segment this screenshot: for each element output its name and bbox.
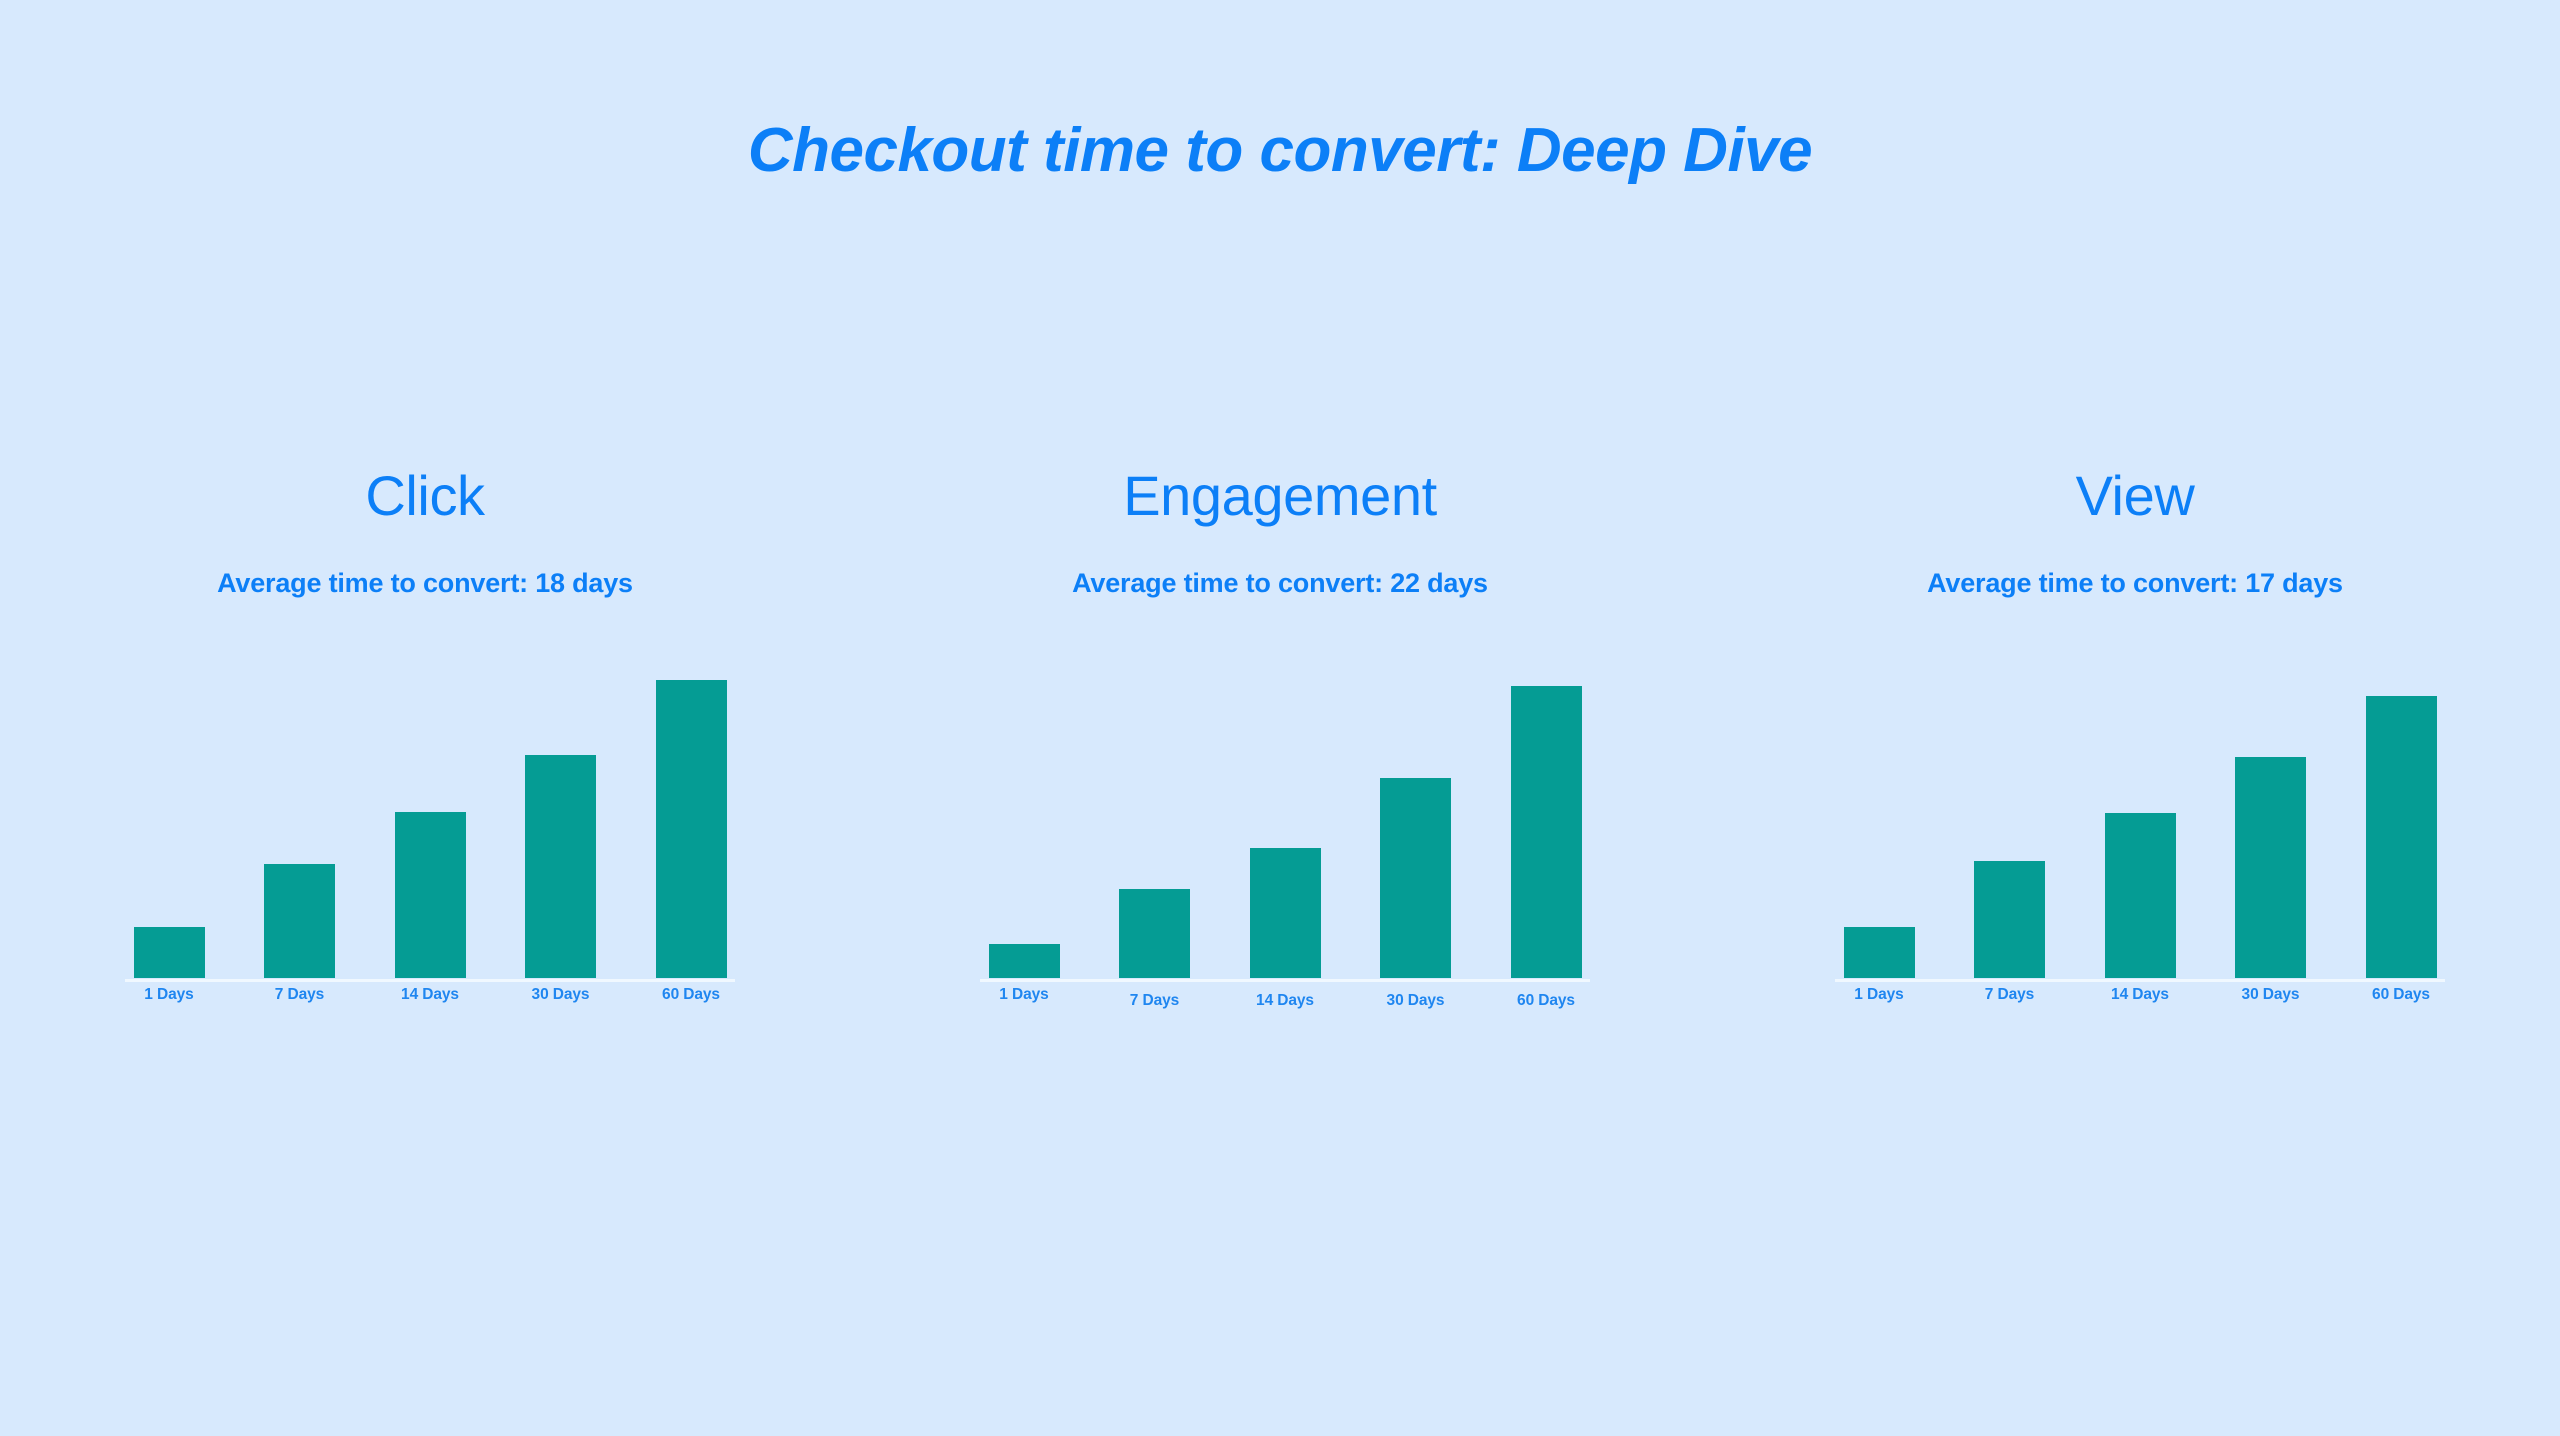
tick-label: 30 Days bbox=[531, 986, 590, 1003]
bar-slot bbox=[1116, 658, 1194, 978]
bar bbox=[264, 864, 335, 978]
bar-slot bbox=[1507, 658, 1585, 978]
bar-slot bbox=[1840, 658, 1918, 978]
bar-group bbox=[1840, 658, 2440, 978]
bar-slot bbox=[1246, 658, 1324, 978]
x-axis-line bbox=[1835, 979, 2445, 982]
bar-slot bbox=[1971, 658, 2049, 978]
tick-label: 60 Days bbox=[662, 986, 720, 1003]
bar-slot bbox=[2232, 658, 2310, 978]
bar-group bbox=[985, 658, 1585, 978]
tick-slot: 30 Days bbox=[522, 986, 600, 1030]
tick-slot: 1 Days bbox=[1840, 986, 1918, 1030]
tick-label: 7 Days bbox=[1129, 992, 1180, 1009]
bar bbox=[2365, 696, 2437, 978]
x-axis-tick-labels: 1 Days 7 Days 14 Days 30 Days 60 Days bbox=[130, 986, 730, 1030]
slide-canvas: Checkout time to convert: Deep Dive Clic… bbox=[0, 0, 2560, 1436]
bar bbox=[988, 944, 1060, 978]
chart-plot-area bbox=[130, 658, 730, 978]
tick-label: 60 Days bbox=[2372, 986, 2430, 1003]
tick-slot: 7 Days bbox=[1971, 986, 2049, 1030]
bar-slot bbox=[522, 658, 600, 978]
bar bbox=[1510, 686, 1582, 978]
tick-label: 14 Days bbox=[2111, 986, 2169, 1003]
panel-subtitle: Average time to convert: 17 days bbox=[1927, 568, 2343, 598]
panel-heading: View bbox=[2075, 464, 2195, 527]
tick-label: 1 Days bbox=[144, 986, 194, 1003]
tick-slot: 1 Days bbox=[130, 986, 208, 1030]
tick-label: 30 Days bbox=[1386, 992, 1445, 1009]
x-axis-line bbox=[980, 979, 1590, 982]
bar-slot bbox=[1377, 658, 1455, 978]
tick-label: 1 Days bbox=[1854, 986, 1904, 1003]
tick-slot: 60 Days bbox=[2362, 986, 2440, 1030]
bar-slot bbox=[2362, 658, 2440, 978]
tick-slot: 30 Days bbox=[1377, 986, 1455, 1030]
panel-subtitle: Average time to convert: 22 days bbox=[1072, 568, 1488, 598]
bar bbox=[394, 812, 466, 978]
bar-slot bbox=[261, 658, 339, 978]
tick-slot: 1 Days bbox=[985, 986, 1063, 1030]
tick-slot: 7 Days bbox=[261, 986, 339, 1030]
chart-panels-row: Click Average time to convert: 18 days 1… bbox=[0, 0, 2560, 1436]
tick-label: 7 Days bbox=[1984, 986, 2035, 1003]
bar-group bbox=[130, 658, 730, 978]
tick-slot: 14 Days bbox=[2101, 986, 2179, 1030]
bar bbox=[1249, 848, 1321, 978]
bar-slot bbox=[985, 658, 1063, 978]
tick-label: 1 Days bbox=[999, 986, 1049, 1003]
bar-slot bbox=[130, 658, 208, 978]
bar-chart: 1 Days 7 Days 14 Days 30 Days 60 Days bbox=[75, 640, 775, 1060]
x-axis-tick-labels: 1 Days 7 Days 14 Days 30 Days 60 Days bbox=[1840, 986, 2440, 1030]
tick-label: 30 Days bbox=[2241, 986, 2300, 1003]
tick-slot: 30 Days bbox=[2232, 986, 2310, 1030]
tick-label: 14 Days bbox=[1256, 992, 1314, 1009]
tick-slot: 7 Days bbox=[1116, 986, 1194, 1030]
bar bbox=[2235, 757, 2306, 978]
bar bbox=[133, 927, 205, 978]
bar-slot bbox=[2101, 658, 2179, 978]
bar bbox=[1843, 927, 1915, 978]
x-axis-line bbox=[125, 979, 735, 982]
panel-heading: Click bbox=[365, 464, 485, 527]
bar bbox=[1119, 889, 1190, 978]
bar-chart: 1 Days 7 Days 14 Days 30 Days 60 Days bbox=[930, 640, 1630, 1060]
chart-plot-area bbox=[985, 658, 1585, 978]
chart-panel-engagement: Engagement Average time to convert: 22 d… bbox=[930, 0, 1630, 1436]
tick-slot: 14 Days bbox=[391, 986, 469, 1030]
bar bbox=[1974, 861, 2045, 978]
tick-label: 7 Days bbox=[274, 986, 325, 1003]
chart-panel-view: View Average time to convert: 17 days 1 … bbox=[1785, 0, 2485, 1436]
x-axis-tick-labels: 1 Days 7 Days 14 Days 30 Days 60 Days bbox=[985, 986, 1585, 1030]
tick-label: 60 Days bbox=[1517, 992, 1575, 1009]
bar-slot bbox=[652, 658, 730, 978]
tick-slot: 60 Days bbox=[1507, 986, 1585, 1030]
panel-subtitle: Average time to convert: 18 days bbox=[217, 568, 633, 598]
tick-label: 14 Days bbox=[401, 986, 459, 1003]
bar bbox=[2104, 813, 2176, 978]
tick-slot: 60 Days bbox=[652, 986, 730, 1030]
panel-heading: Engagement bbox=[1123, 464, 1437, 527]
bar bbox=[1380, 778, 1451, 978]
tick-slot: 14 Days bbox=[1246, 986, 1324, 1030]
chart-panel-click: Click Average time to convert: 18 days 1… bbox=[75, 0, 775, 1436]
chart-plot-area bbox=[1840, 658, 2440, 978]
bar-slot bbox=[391, 658, 469, 978]
bar bbox=[655, 680, 727, 978]
bar-chart: 1 Days 7 Days 14 Days 30 Days 60 Days bbox=[1785, 640, 2485, 1060]
bar bbox=[525, 755, 596, 978]
